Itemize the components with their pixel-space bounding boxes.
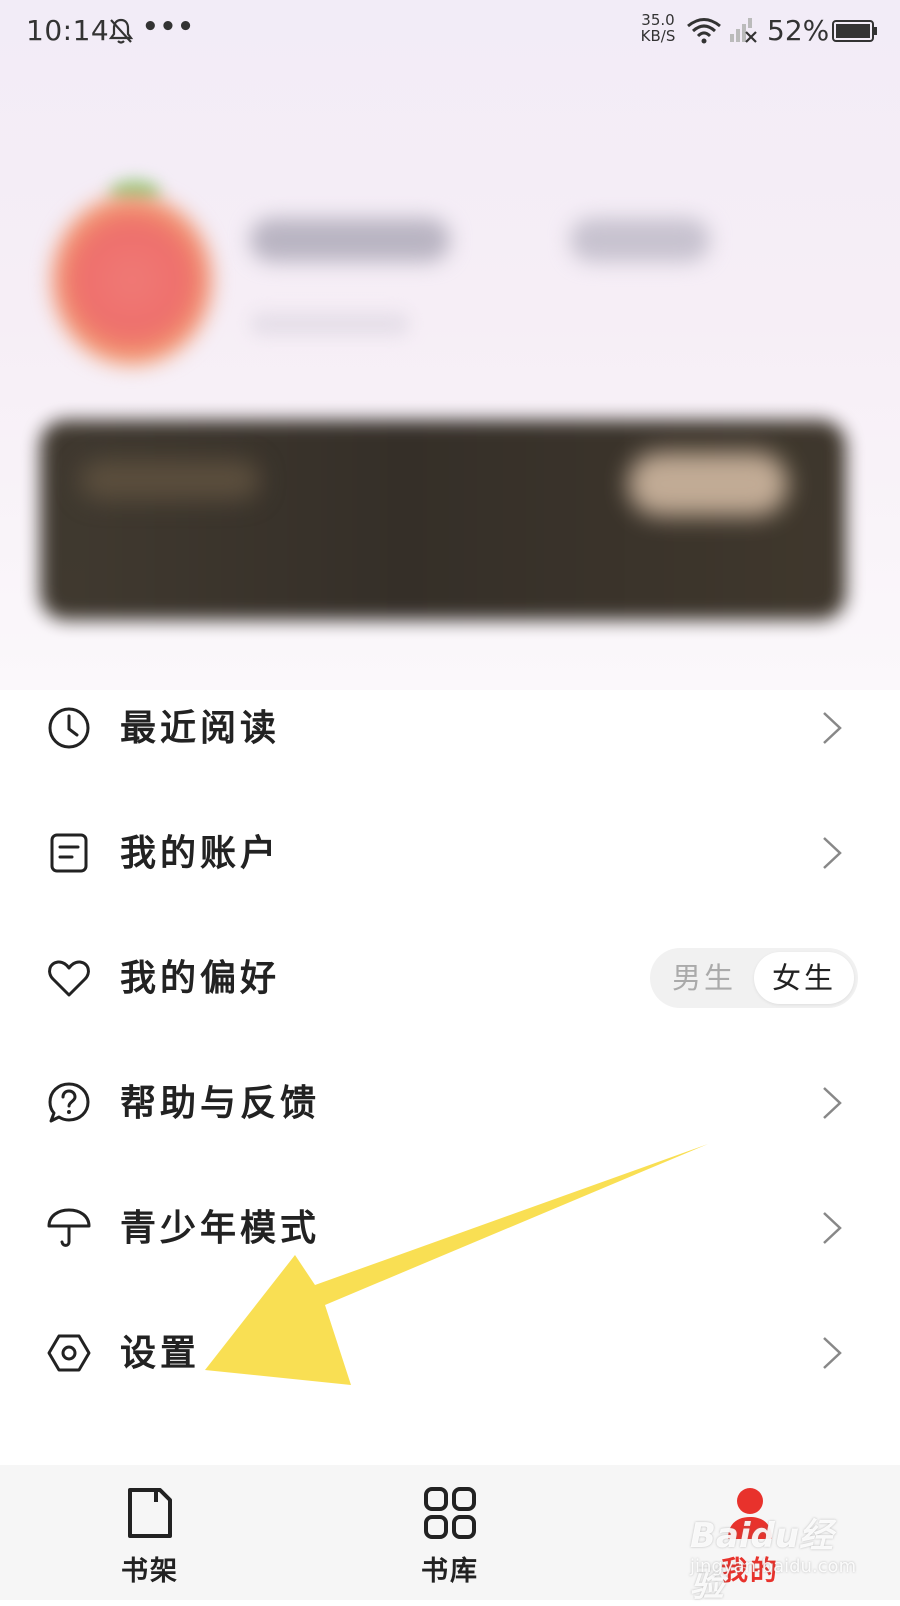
more-notifications-icon: ••• [142,12,195,42]
watermark: Baidu经验 jingyan.baidu.com [690,1508,860,1605]
menu-item-my-account[interactable]: 我的账户 [0,790,900,915]
wifi-icon [687,18,721,44]
nav-tab-bookshelf[interactable]: 书架 [60,1465,240,1600]
battery-icon [832,20,877,42]
menu-item-recent-reading[interactable]: 最近阅读 [0,665,900,790]
nav-tab-library[interactable]: 书库 [360,1465,540,1600]
user-badge-blurred [570,218,710,262]
question-bubble-icon [48,1082,90,1122]
status-bar: 10:14 ••• 35.0 KB/S 52% [0,0,900,64]
bookshelf-icon [128,1488,172,1538]
chevron-right-icon [823,1086,842,1119]
vip-banner-button[interactable] [628,452,788,516]
gender-toggle: 男生 女生 [650,947,858,1008]
clock-icon [48,707,90,748]
chevron-right-icon [823,1336,842,1369]
chevron-right-icon [823,836,842,869]
vip-banner-text-blurred [80,460,260,500]
username-blurred [250,218,450,262]
menu-item-my-preference: 我的偏好 男生 女生 [0,915,900,1040]
menu-label: 青少年模式 [120,1206,321,1249]
avatar[interactable] [52,195,212,365]
chevron-right-icon [823,1211,842,1244]
menu-label: 最近阅读 [120,706,281,749]
menu-label: 帮助与反馈 [120,1081,321,1124]
settings-menu: 最近阅读 我的账户 我的偏好 男生 女生 帮助与反馈 青少年模式 设置 [0,665,900,1415]
nav-label: 书库 [421,1556,479,1587]
heart-icon [48,959,90,996]
grid-icon [424,1487,476,1539]
menu-label: 我的账户 [120,831,281,874]
battery-percent: 52% [767,14,830,47]
menu-label: 设置 [120,1331,201,1374]
document-icon [50,833,88,872]
watermark-url: jingyan.baidu.com [690,1556,857,1577]
umbrella-icon [47,1208,91,1247]
network-speed: 35.0 KB/S [640,11,676,45]
gender-option-female[interactable]: 女生 [754,951,854,1004]
menu-label: 我的偏好 [120,956,281,999]
nav-label: 书架 [121,1556,179,1587]
user-subtitle-blurred [250,312,410,336]
chevron-right-icon [823,711,842,744]
status-time: 10:14 [26,14,110,47]
settings-hexagon-icon [47,1334,91,1371]
gender-option-male[interactable]: 男生 [654,952,754,1004]
signal-icon [730,18,757,43]
menu-item-settings[interactable]: 设置 [0,1290,900,1415]
bell-muted-icon [108,18,134,44]
vip-banner[interactable] [40,420,846,620]
menu-item-teen-mode[interactable]: 青少年模式 [0,1165,900,1290]
menu-item-help-feedback[interactable]: 帮助与反馈 [0,1040,900,1165]
